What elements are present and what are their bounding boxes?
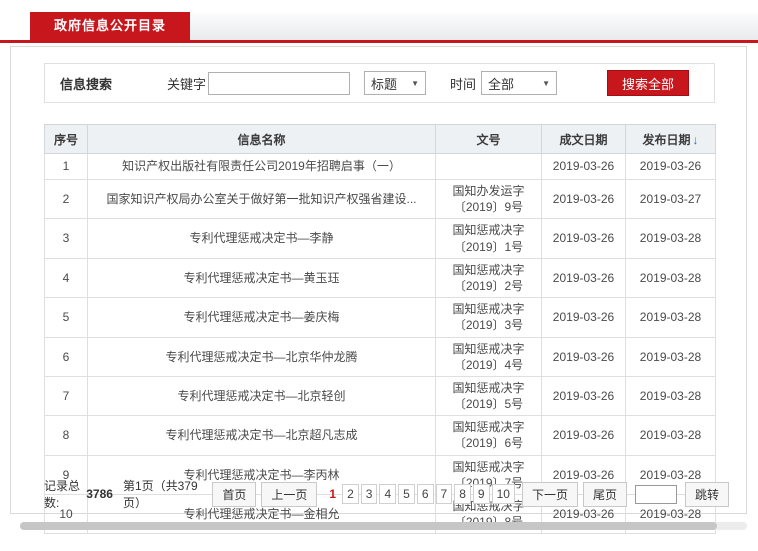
cell-publish-date: 2019-03-28 [625,257,716,299]
table-row: 1 知识产权出版社有限责任公司2019年招聘启事（一） 2019-03-26 2… [44,153,716,180]
jump-button[interactable]: 跳转 [684,481,729,507]
cell-index: 5 [44,297,88,338]
cell-publish-date: 2019-03-26 [625,153,716,180]
cell-name-link[interactable]: 知识产权出版社有限责任公司2019年招聘启事（一） [87,153,436,180]
chevron-down-icon: ▼ [411,78,420,88]
table-row: 5 专利代理惩戒决定书—姜庆梅 国知惩戒决字〔2019〕3号 2019-03-2… [44,297,716,338]
tab-gov-info-directory[interactable]: 政府信息公开目录 [30,12,191,40]
chevron-down-icon: ▼ [542,78,551,88]
current-page-indicator: 1 [329,487,337,501]
cell-index: 3 [44,218,88,259]
cell-docno: 国知惩戒决字〔2019〕5号 [435,375,542,417]
cell-docno [435,153,542,180]
page-number-button[interactable]: 9 [472,484,490,504]
keyword-label: 关键字 [167,76,207,92]
col-header-publish-date[interactable]: 发布日期 ↓ [625,124,716,154]
table-row: 2 国家知识产权局办公室关于做好第一批知识产权强省建设... 国知办发运字〔20… [44,178,716,220]
cell-publish-date: 2019-03-28 [625,336,716,377]
keyword-input[interactable] [208,71,351,95]
col-header-index: 序号 [44,124,88,154]
cell-name-link[interactable]: 专利代理惩戒决定书—黄玉珏 [87,257,436,299]
cell-docno: 国知惩戒决字〔2019〕2号 [435,257,542,299]
horizontal-scrollbar-track[interactable] [20,522,747,530]
field-select-value: 标题 [371,76,398,92]
prev-page-button[interactable]: 上一页 [261,481,318,507]
time-select[interactable]: 全部 ▼ [481,71,558,95]
jump-page-input[interactable] [634,484,677,504]
search-all-button[interactable]: 搜索全部 [607,70,690,96]
cell-index: 8 [44,415,88,456]
cell-written-date: 2019-03-26 [541,415,626,456]
cell-written-date: 2019-03-26 [541,336,626,377]
cell-publish-date: 2019-03-28 [625,415,716,456]
cell-name-link[interactable]: 专利代理惩戒决定书—姜庆梅 [87,297,436,338]
record-total-label: 记录总数: [44,479,81,510]
search-section-label: 信息搜索 [60,76,113,92]
page-number-button[interactable]: 10 [491,484,515,504]
cell-index: 1 [44,153,88,180]
cell-name-link[interactable]: 国家知识产权局办公室关于做好第一批知识产权强省建设... [87,178,436,220]
page-number-button[interactable]: 8 [454,484,471,504]
table-row: 3 专利代理惩戒决定书—李静 国知惩戒决字〔2019〕1号 2019-03-26… [44,218,716,259]
cell-written-date: 2019-03-26 [541,178,626,220]
page-number-button[interactable]: 4 [379,484,397,504]
table-row: 8 专利代理惩戒决定书—北京超凡志成 国知惩戒决字〔2019〕6号 2019-0… [44,415,716,456]
cell-publish-date: 2019-03-28 [625,297,716,338]
cell-index: 4 [44,257,88,299]
cell-index: 7 [44,375,88,417]
field-select[interactable]: 标题 ▼ [364,71,427,95]
page-number-button[interactable]: 2 [342,484,359,504]
cell-written-date: 2019-03-26 [541,297,626,338]
cell-name-link[interactable]: 专利代理惩戒决定书—北京超凡志成 [87,415,436,456]
table-row: 6 专利代理惩戒决定书—北京华仲龙腾 国知惩戒决字〔2019〕4号 2019-0… [44,336,716,377]
cell-written-date: 2019-03-26 [541,375,626,417]
cell-written-date: 2019-03-26 [541,257,626,299]
cell-written-date: 2019-03-26 [541,218,626,259]
pagination-bar: 记录总数: 3786 第1页（共379页） 首页 上一页 1 2 3 4 5 6… [44,477,734,511]
cell-docno: 国知惩戒决字〔2019〕3号 [435,297,542,338]
time-label: 时间 [450,76,477,92]
cell-written-date: 2019-03-26 [541,153,626,180]
cell-name-link[interactable]: 专利代理惩戒决定书—北京华仲龙腾 [87,336,436,377]
record-total-value: 3786 [86,487,113,501]
results-table: 序号 信息名称 文号 成文日期 发布日期 ↓ 1 知识产权出版社有限责任公司201… [44,124,716,535]
cell-docno: 国知惩戒决字〔2019〕1号 [435,218,542,259]
table-header-row: 序号 信息名称 文号 成文日期 发布日期 ↓ [44,124,716,154]
content-panel: 信息搜索 关键字 标题 ▼ 时间 全部 ▼ 搜索全部 序号 信息名称 文号 成文… [10,46,747,535]
last-page-button[interactable]: 尾页 [582,481,627,507]
page: 政府信息公开目录 信息搜索 关键字 标题 ▼ 时间 全部 ▼ 搜索全部 序号 信… [0,0,758,551]
page-info: 第1页（共379页） [122,479,198,510]
page-number-button[interactable]: 7 [435,484,453,504]
col-header-publish-date-label: 发布日期 [642,132,691,147]
page-number-button[interactable]: 6 [416,484,434,504]
cell-index: 6 [44,336,88,377]
col-header-written-date: 成文日期 [541,124,626,154]
cell-docno: 国知惩戒决字〔2019〕6号 [435,415,542,456]
search-bar: 信息搜索 关键字 标题 ▼ 时间 全部 ▼ 搜索全部 [44,63,715,103]
cell-index: 2 [44,178,88,220]
cell-docno: 国知惩戒决字〔2019〕4号 [435,336,542,377]
cell-publish-date: 2019-03-27 [625,178,716,220]
page-number-button[interactable]: 5 [398,484,415,504]
table-row: 4 专利代理惩戒决定书—黄玉珏 国知惩戒决字〔2019〕2号 2019-03-2… [44,257,716,299]
cell-name-link[interactable]: 专利代理惩戒决定书—北京轻创 [87,375,436,417]
next-page-button[interactable]: 下一页 [521,481,578,507]
cell-publish-date: 2019-03-28 [625,218,716,259]
tab-bar-divider [0,40,758,43]
tab-bar: 政府信息公开目录 [0,0,758,43]
cell-publish-date: 2019-03-28 [625,375,716,417]
cell-name-link[interactable]: 专利代理惩戒决定书—李静 [87,218,436,259]
page-number-button[interactable]: 3 [360,484,378,504]
cell-docno: 国知办发运字〔2019〕9号 [435,178,542,220]
sort-desc-icon: ↓ [692,132,699,147]
table-row: 7 专利代理惩戒决定书—北京轻创 国知惩戒决字〔2019〕5号 2019-03-… [44,375,716,417]
col-header-docno: 文号 [435,124,542,154]
time-select-value: 全部 [488,76,515,92]
first-page-button[interactable]: 首页 [212,481,257,507]
col-header-name: 信息名称 [87,124,436,154]
horizontal-scrollbar-thumb[interactable] [20,522,717,530]
